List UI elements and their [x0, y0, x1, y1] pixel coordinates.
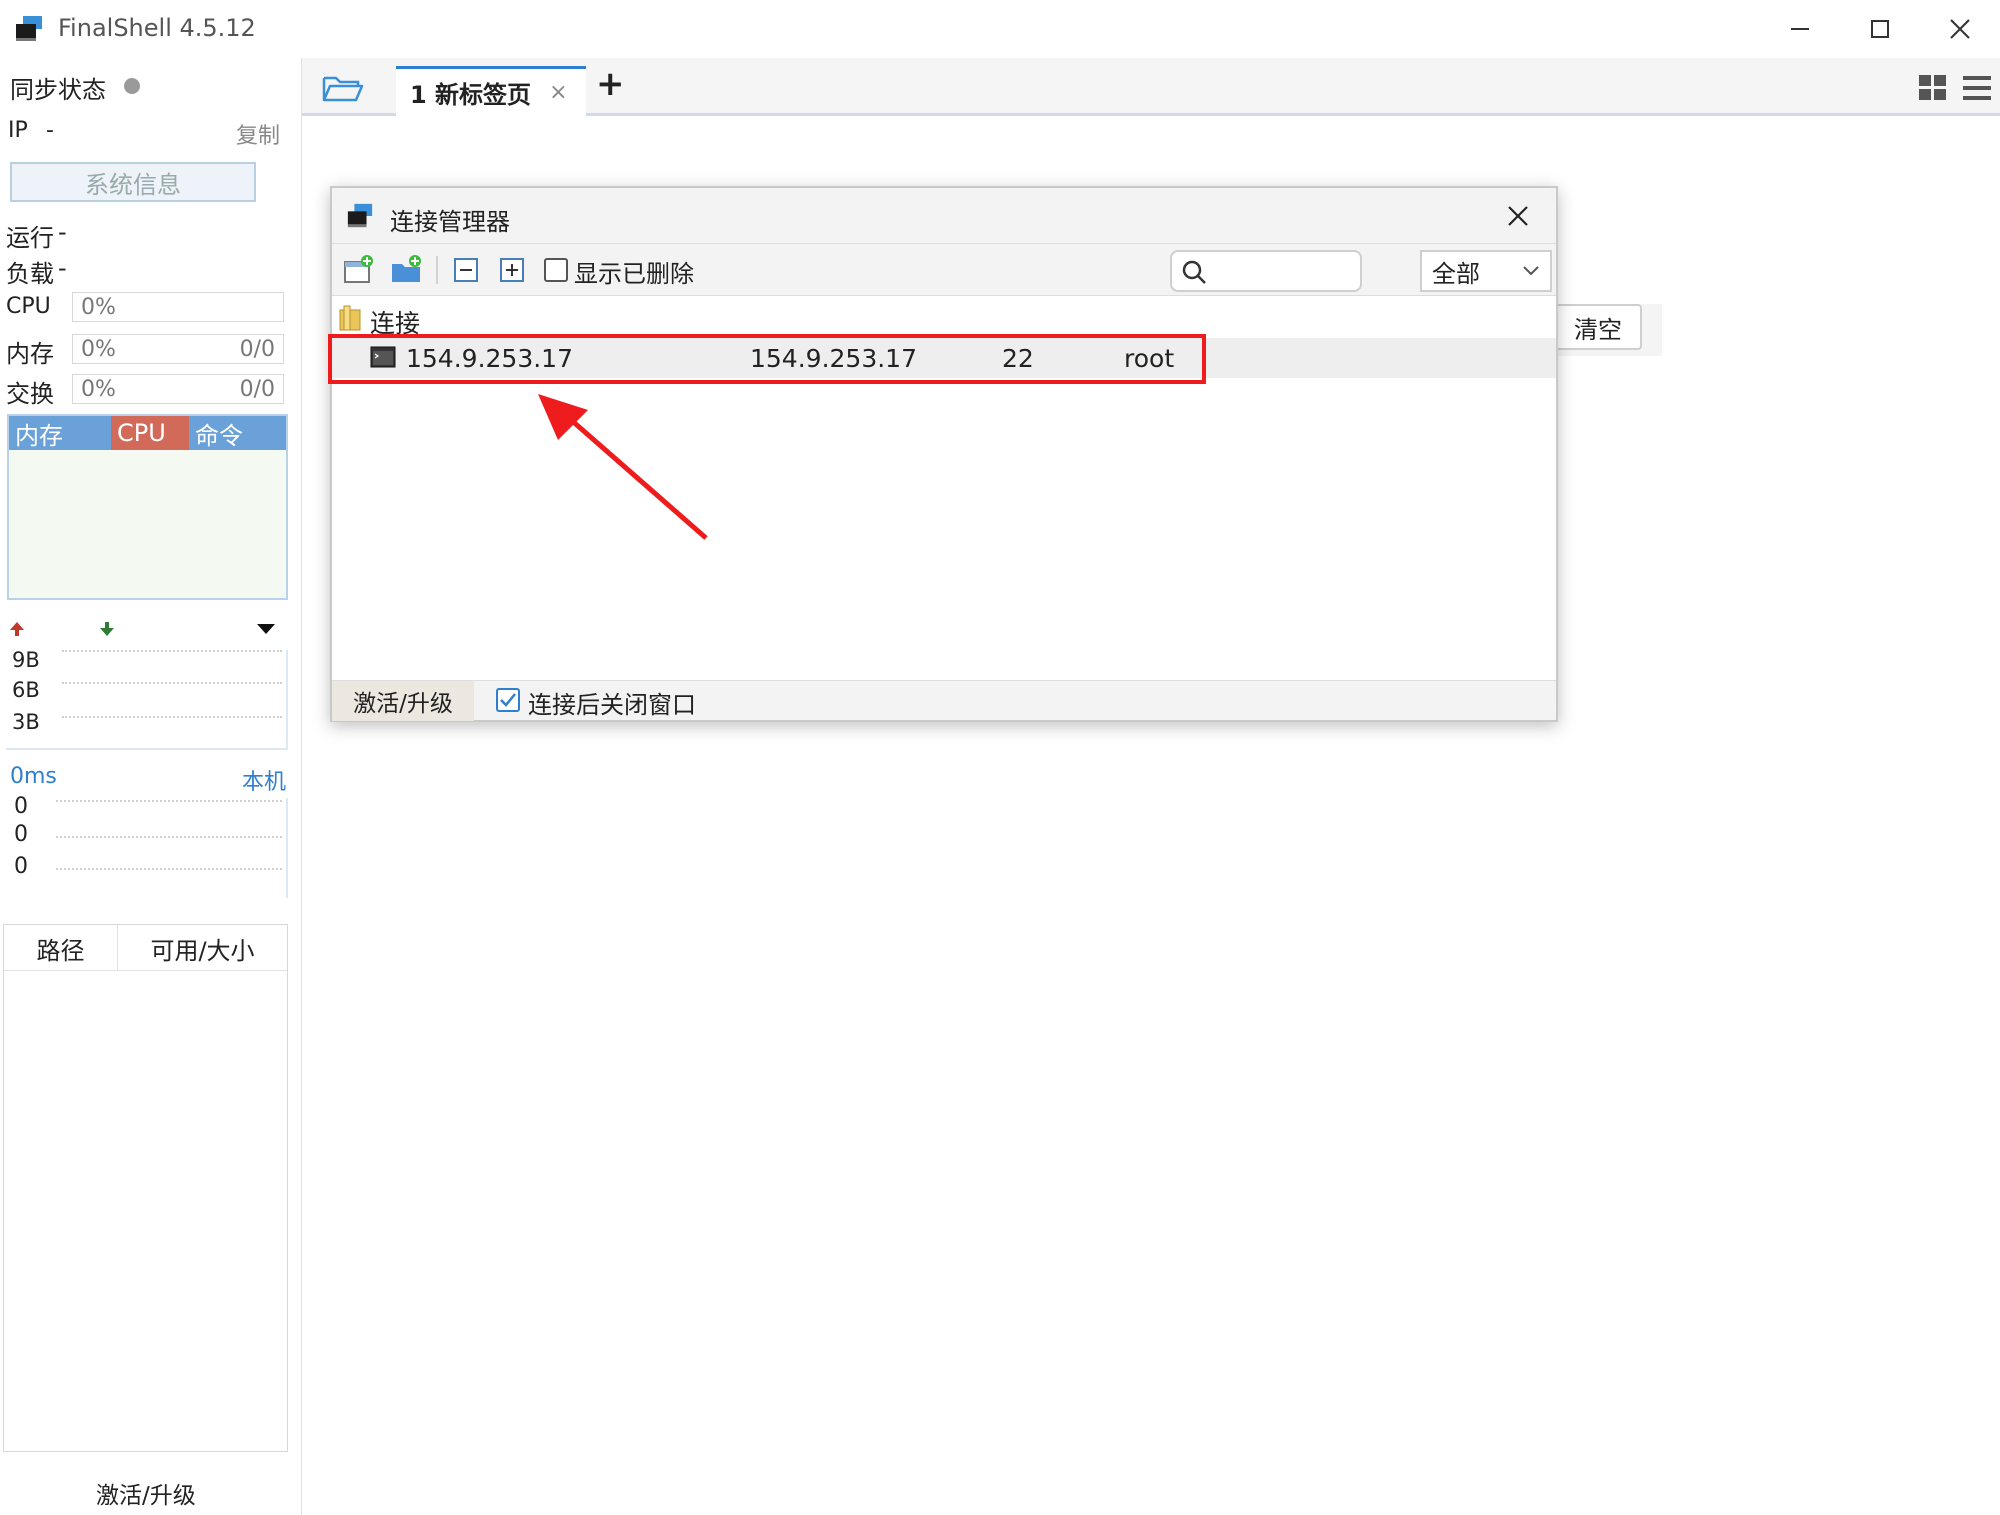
memory-usage-value: 0% — [81, 336, 116, 362]
latency-scale-low: 0 — [14, 854, 28, 879]
search-icon — [1182, 260, 1206, 284]
system-info-button[interactable]: 系统信息 — [10, 162, 256, 202]
checkmark-icon — [500, 693, 516, 707]
menu-icon[interactable] — [1962, 74, 1992, 102]
sync-status-label: 同步状态 — [10, 76, 106, 104]
net-gridline — [62, 716, 282, 718]
close-icon — [1950, 19, 1970, 39]
disk-table: 路径 可用/大小 — [3, 924, 288, 1452]
layout-grid-icon[interactable] — [1918, 74, 1948, 102]
cpu-usage-value: 0% — [81, 294, 116, 320]
title-bar: FinalShell 4.5.12 — [0, 0, 2000, 58]
tab-label: 1 新标签页 — [410, 81, 532, 109]
copy-ip-button[interactable]: 复制 — [236, 118, 280, 150]
process-monitor-panel: 内存 CPU 命令 — [7, 414, 288, 600]
column-free-size[interactable]: 可用/大小 — [118, 925, 287, 971]
swap-label: 交换 — [6, 380, 54, 408]
dialog-toolbar: 显示已删除 全部 — [332, 244, 1556, 296]
new-folder-icon[interactable] — [390, 254, 422, 286]
cpu-label: CPU — [6, 294, 51, 319]
folder-icon — [339, 305, 361, 331]
net-gridline — [62, 682, 282, 684]
latency-gridline — [56, 836, 282, 838]
sync-status-dot — [124, 78, 140, 94]
tab-cpu[interactable]: CPU — [111, 416, 189, 450]
uptime-label: 运行 — [6, 224, 54, 252]
disk-table-header: 路径 可用/大小 — [4, 925, 287, 971]
load-label: 负载 — [6, 260, 54, 288]
swap-usage-bar: 0% 0/0 — [72, 374, 284, 404]
minimize-icon — [1791, 28, 1809, 30]
latency-target[interactable]: 本机 — [242, 764, 286, 796]
status-sidebar: 同步状态 IP - 复制 系统信息 运行 - 负载 - CPU 0% 内存 0%… — [0, 58, 302, 1515]
close-window-button[interactable] — [1920, 8, 2000, 50]
upload-arrow-icon — [10, 622, 24, 636]
latency-scale-top: 0 — [14, 794, 28, 819]
dialog-footer: 激活/升级 连接后关闭窗口 — [332, 680, 1556, 721]
tab-memory[interactable]: 内存 — [9, 416, 111, 450]
clear-button[interactable]: 清空 — [1554, 304, 1642, 350]
net-scale-top: 9B — [12, 648, 40, 672]
open-folder-icon[interactable] — [322, 72, 364, 104]
tab-bar: 1 新标签页 × + — [302, 58, 2000, 116]
latency-chart-border — [286, 798, 288, 898]
tab-command[interactable]: 命令 — [189, 416, 286, 450]
uptime-value: - — [58, 218, 67, 246]
maximize-button[interactable] — [1840, 8, 1920, 50]
net-chart-border — [286, 650, 288, 748]
minimize-button[interactable] — [1760, 8, 1840, 50]
window-title: FinalShell 4.5.12 — [58, 14, 256, 42]
dialog-title-bar: 连接管理器 — [332, 188, 1556, 244]
search-input[interactable] — [1170, 250, 1362, 292]
close-after-connect-checkbox[interactable] — [496, 688, 520, 712]
close-after-connect-label: 连接后关闭窗口 — [528, 691, 696, 719]
tab-close-icon[interactable]: × — [549, 80, 567, 105]
swap-usage-value: 0% — [81, 376, 116, 402]
new-connection-icon[interactable] — [342, 254, 374, 286]
latency-value: 0ms — [10, 764, 57, 789]
toolbar-separator — [436, 256, 438, 284]
memory-label: 内存 — [6, 340, 54, 368]
tab-new-tab[interactable]: 1 新标签页 × — [396, 66, 586, 116]
memory-usage-bar: 0% 0/0 — [72, 334, 284, 364]
highlight-box — [328, 334, 1206, 384]
show-deleted-label: 显示已删除 — [574, 260, 694, 288]
chevron-down-icon — [1523, 266, 1539, 276]
app-logo-icon — [16, 16, 42, 41]
dialog-title: 连接管理器 — [390, 208, 510, 236]
net-gridline — [62, 650, 282, 652]
download-arrow-icon — [100, 622, 114, 636]
maximize-icon — [1871, 20, 1889, 38]
cpu-usage-bar: 0% — [72, 292, 284, 322]
column-path[interactable]: 路径 — [4, 925, 118, 971]
ip-label: IP — [8, 118, 28, 143]
dialog-logo-icon — [347, 203, 373, 228]
expand-all-icon[interactable] — [496, 254, 528, 286]
show-deleted-checkbox[interactable] — [544, 258, 568, 282]
collapse-all-icon[interactable] — [450, 254, 482, 286]
interface-dropdown-icon[interactable] — [256, 622, 276, 636]
load-value: - — [58, 254, 67, 282]
activate-upgrade-link[interactable]: 激活/升级 — [96, 1476, 196, 1510]
dialog-close-icon[interactable] — [1506, 204, 1530, 228]
latency-gridline — [56, 868, 282, 870]
add-tab-button[interactable]: + — [596, 64, 625, 104]
filter-select[interactable]: 全部 — [1420, 250, 1552, 292]
connection-manager-dialog: 连接管理器 显示已删除 全部 连接 154.9.253.17 154.9.253… — [328, 186, 1558, 722]
net-scale-mid: 6B — [12, 678, 40, 702]
latency-gridline — [56, 800, 282, 802]
net-chart-border — [6, 748, 288, 750]
swap-amount: 0/0 — [239, 376, 275, 402]
annotation-arrow — [538, 394, 708, 540]
filter-value: 全部 — [1432, 259, 1480, 288]
net-scale-low: 3B — [12, 710, 40, 734]
ip-value: - — [46, 118, 54, 143]
dialog-activate-button[interactable]: 激活/升级 — [332, 681, 474, 721]
latency-scale-mid: 0 — [14, 822, 28, 847]
memory-amount: 0/0 — [239, 336, 275, 362]
